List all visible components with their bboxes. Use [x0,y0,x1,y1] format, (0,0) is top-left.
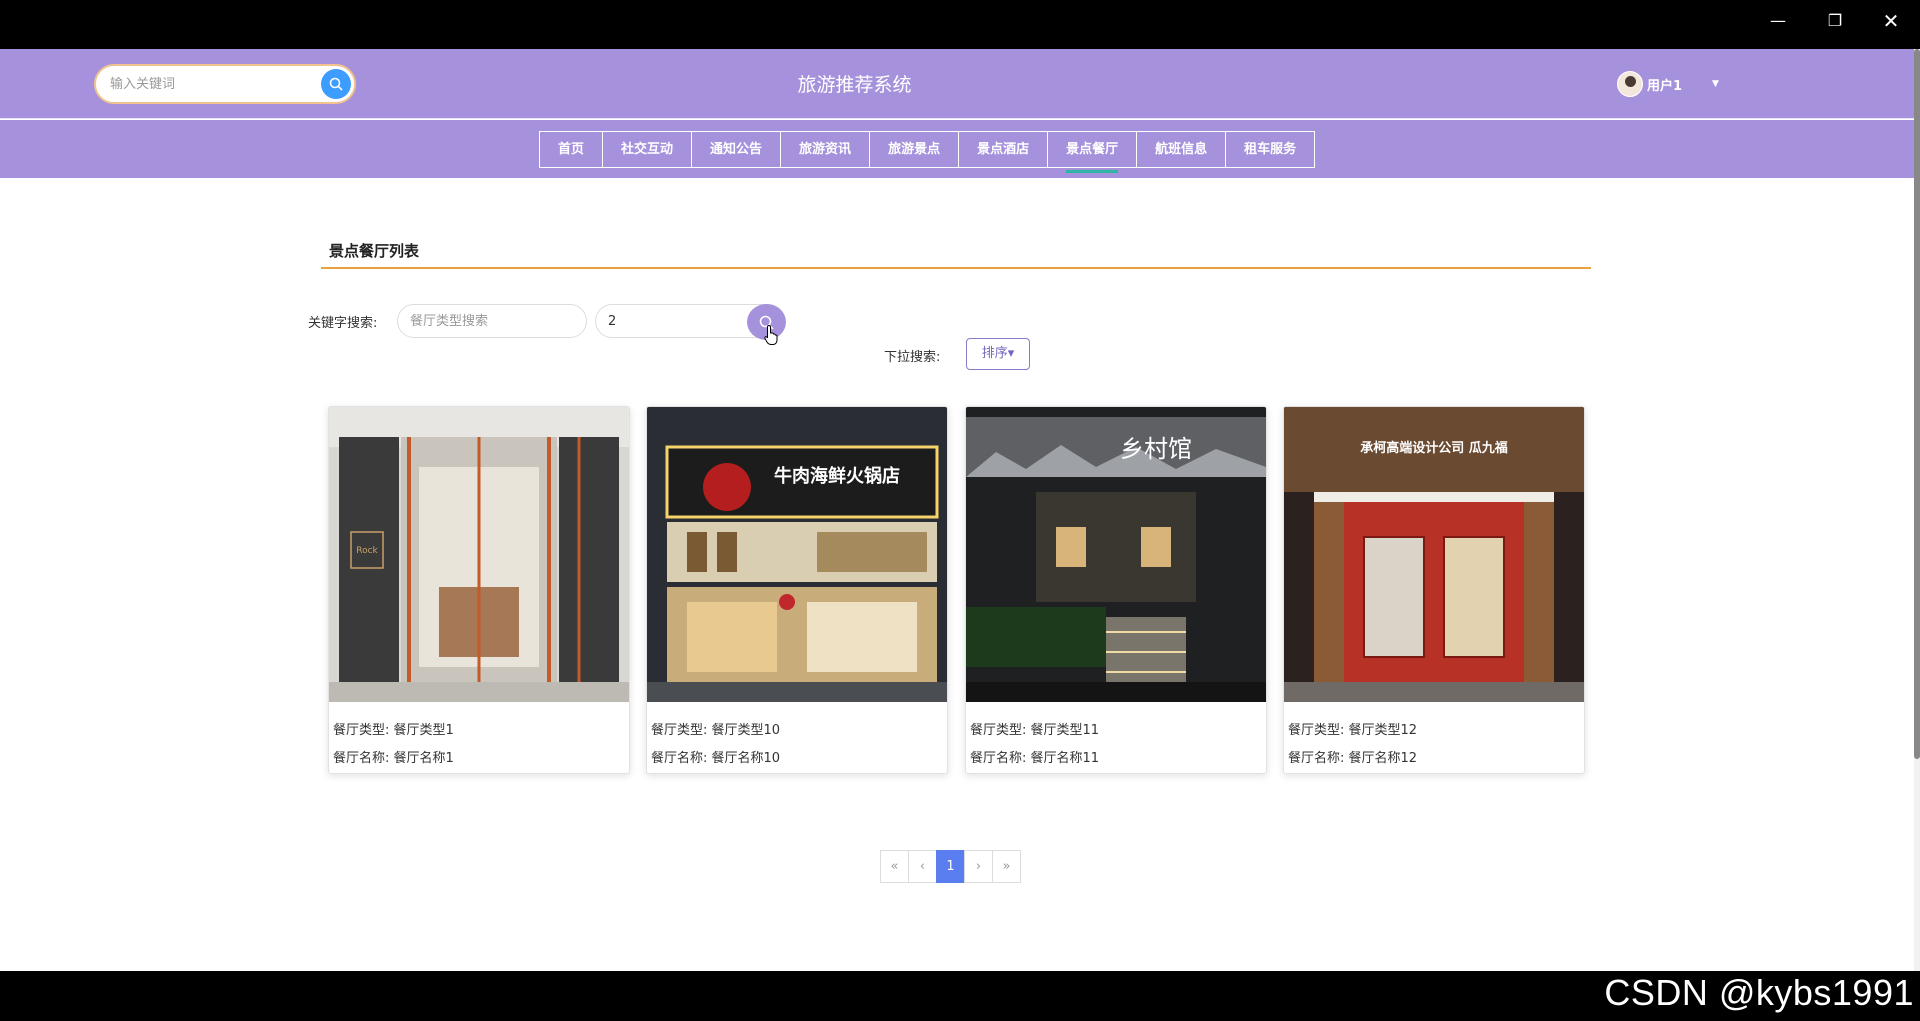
maximize-icon[interactable]: ❐ [1817,6,1853,36]
restaurant-type-line: 餐厅类型: 餐厅类型1 [333,719,454,738]
nav-car-rental[interactable]: 租车服务 [1225,131,1316,168]
restaurant-image[interactable]: 承柯高端设计公司 瓜九福 [1284,407,1584,702]
keyword-search-label: 关键字搜索: [308,316,378,331]
header-search-button[interactable] [321,69,351,99]
restaurant-type-input[interactable] [397,304,587,338]
nav-restaurants[interactable]: 景点餐厅 [1047,131,1138,173]
restaurant-name-value: 餐厅名称12 [1348,751,1418,766]
restaurant-type-line: 餐厅类型: 餐厅类型11 [970,719,1099,738]
nav-hotels[interactable]: 景点酒店 [958,131,1049,168]
restaurant-type-label: 餐厅类型: [651,723,708,738]
nav-notice[interactable]: 通知公告 [691,131,782,168]
watermark: CSDN @kybs1991 [1604,972,1914,1013]
page-current-button[interactable]: 1 [936,850,965,883]
search-icon [329,77,343,91]
app-viewport: 旅游推荐系统 用户1 ▼ 首页 社交互动 通知公告 旅游资讯 旅游景点 景点酒店… [0,49,1914,971]
restaurant-name-line: 餐厅名称: 餐厅名称1 [333,747,454,766]
site-title: 旅游推荐系统 [797,74,912,96]
restaurant-type-label: 餐厅类型: [970,723,1027,738]
site-header: 旅游推荐系统 用户1 ▼ [0,49,1914,119]
restaurant-name-value: 餐厅名称1 [393,751,454,766]
minimize-icon[interactable]: — [1760,6,1796,36]
nav-flights[interactable]: 航班信息 [1136,131,1227,168]
restaurant-image[interactable]: 牛肉海鲜火锅店 [647,407,947,702]
nav-scenic-spots[interactable]: 旅游景点 [869,131,960,168]
restaurant-name-label: 餐厅名称: [1288,751,1345,766]
restaurant-name-label: 餐厅名称: [651,751,708,766]
nav-social[interactable]: 社交互动 [602,131,693,168]
restaurant-type-label: 餐厅类型: [333,723,390,738]
page-scrollbar[interactable] [1914,49,1920,971]
sort-label: 排序 [981,346,1008,361]
restaurant-sign: 牛肉海鲜火锅店 [774,465,900,487]
page-last-button[interactable]: » [992,850,1021,883]
sort-dropdown[interactable]: 排序▾ [966,338,1030,370]
restaurant-name-line: 餐厅名称: 餐厅名称11 [970,747,1099,766]
restaurant-type-value: 餐厅类型11 [1030,723,1100,738]
page-prev-button[interactable]: ‹ [908,850,937,883]
restaurant-name-line: 餐厅名称: 餐厅名称10 [651,747,780,766]
restaurant-name-value: 餐厅名称11 [1030,751,1100,766]
page-first-button[interactable]: « [880,850,909,883]
restaurant-name-line: 餐厅名称: 餐厅名称12 [1288,747,1417,766]
restaurant-sign: 乡村馆 [1120,435,1192,463]
chevron-down-icon: ▼ [1712,79,1719,89]
restaurant-name-value: 餐厅名称10 [711,751,781,766]
restaurant-name-label: 餐厅名称: [970,751,1027,766]
restaurant-sign: 承柯高端设计公司 瓜九福 [1360,440,1508,456]
nav-travel-news[interactable]: 旅游资讯 [780,131,871,168]
avatar [1617,71,1643,97]
user-menu[interactable]: 用户1 ▼ [1617,69,1719,99]
header-search [94,64,356,104]
page-next-button[interactable]: › [964,850,993,883]
restaurant-card-list: Rock 餐厅类型: 餐厅类型1 餐厅名称: 餐厅名称1 牛肉海鲜火锅店 餐厅类… [328,406,1588,776]
header-search-input[interactable] [110,74,300,94]
nav-list: 首页 社交互动 通知公告 旅游资讯 旅游景点 景点酒店 景点餐厅 航班信息 租车… [539,131,1316,173]
hand-cursor-icon [764,324,778,345]
window-titlebar: — ❐ ✕ [0,0,1920,49]
page-title: 景点餐厅列表 [329,242,420,260]
restaurant-sign: Rock [356,546,378,556]
restaurant-card[interactable]: Rock 餐厅类型: 餐厅类型1 餐厅名称: 餐厅名称1 [328,406,630,774]
restaurant-type-line: 餐厅类型: 餐厅类型12 [1288,719,1417,738]
pagination: « ‹ 1 › » [880,850,1021,883]
section-title: 景点餐厅列表 [321,232,1591,269]
nav-home[interactable]: 首页 [539,131,604,168]
restaurant-card[interactable]: 承柯高端设计公司 瓜九福 餐厅类型: 餐厅类型12 餐厅名称: 餐厅名称12 [1283,406,1585,774]
restaurant-card[interactable]: 乡村馆 餐厅类型: 餐厅类型11 餐厅名称: 餐厅名称11 [965,406,1267,774]
restaurant-type-label: 餐厅类型: [1288,723,1345,738]
restaurant-card[interactable]: 牛肉海鲜火锅店 餐厅类型: 餐厅类型10 餐厅名称: 餐厅名称10 [646,406,948,774]
dropdown-search-label: 下拉搜索: [884,350,941,365]
restaurant-name-label: 餐厅名称: [333,751,390,766]
main-nav: 首页 社交互动 通知公告 旅游资讯 旅游景点 景点酒店 景点餐厅 航班信息 租车… [0,120,1914,178]
restaurant-image[interactable]: Rock [329,407,629,702]
restaurant-type-value: 餐厅类型10 [711,723,781,738]
restaurant-type-line: 餐厅类型: 餐厅类型10 [651,719,780,738]
restaurant-image[interactable]: 乡村馆 [966,407,1266,702]
scrollbar-thumb[interactable] [1914,49,1920,759]
chevron-down-icon: ▾ [1007,346,1015,361]
user-name: 用户1 [1647,78,1683,94]
close-icon[interactable]: ✕ [1873,6,1909,36]
restaurant-type-value: 餐厅类型12 [1348,723,1418,738]
restaurant-type-value: 餐厅类型1 [393,723,454,738]
